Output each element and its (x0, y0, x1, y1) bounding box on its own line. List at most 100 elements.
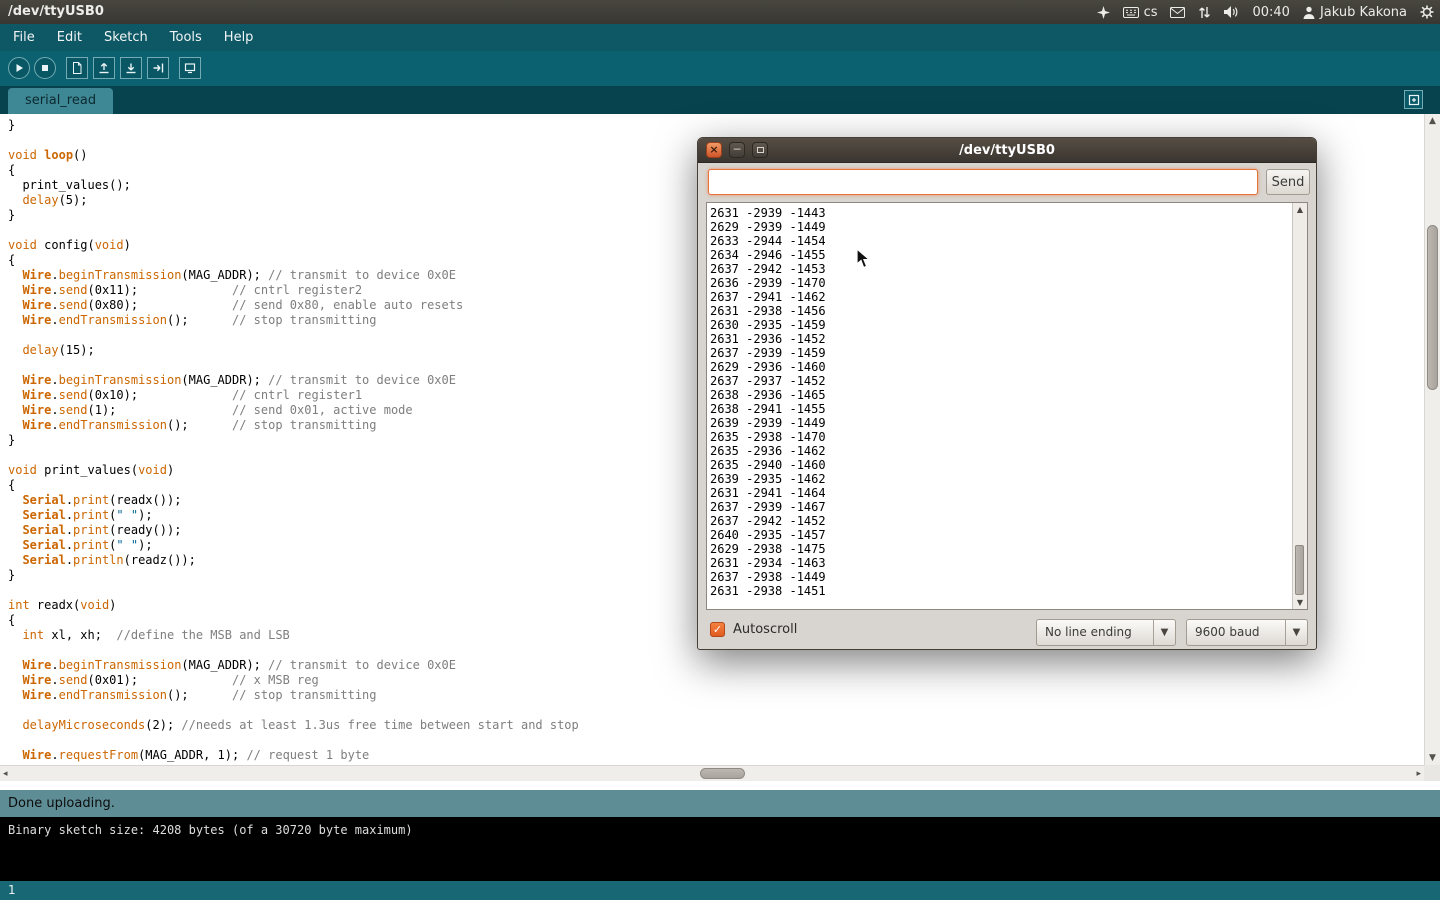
keyboard-layout-indicator[interactable]: cs (1123, 0, 1158, 24)
serial-output-line: 2631 -2938 -1456 (710, 304, 1292, 318)
scrollbar-corner (1424, 765, 1440, 781)
indicator-icon[interactable] (1097, 0, 1110, 24)
scroll-left-arrow[interactable]: ◂ (3, 766, 8, 782)
serial-monitor-window: × ─ /dev/ttyUSB0 Send 2631 -2939 -144326… (697, 137, 1317, 650)
mail-indicator[interactable] (1170, 0, 1185, 24)
arrow-up-icon (98, 62, 110, 74)
tab-menu-button[interactable] (1404, 90, 1423, 109)
code-line: delayMicroseconds(2); //needs at least 1… (8, 718, 1424, 733)
serial-output-line: 2638 -2936 -1465 (710, 388, 1292, 402)
code-line (8, 733, 1424, 748)
menu-item-edit[interactable]: Edit (46, 24, 93, 51)
vertical-scroll-handle[interactable] (1427, 225, 1438, 390)
scroll-right-arrow[interactable]: ▸ (1416, 766, 1421, 782)
save-sketch-button[interactable] (120, 57, 142, 79)
stop-icon (39, 62, 51, 74)
serial-scroll-handle[interactable] (1295, 545, 1304, 595)
serial-output-line: 2631 -2938 -1451 (710, 584, 1292, 598)
close-icon[interactable]: × (706, 142, 722, 158)
code-line: Wire.beginTransmission(MAG_ADDR); // tra… (8, 658, 1424, 673)
tab-serial-read[interactable]: serial_read (8, 88, 113, 114)
stop-button[interactable] (34, 57, 56, 79)
horizontal-scroll-handle[interactable] (700, 768, 745, 779)
active-window-title: /dev/ttyUSB0 (8, 0, 104, 24)
speaker-icon (1224, 6, 1239, 18)
session-menu[interactable] (1420, 0, 1434, 24)
menubar: FileEditSketchToolsHelp (0, 24, 1440, 51)
toolbar (0, 51, 1440, 86)
serial-output-line: 2635 -2936 -1462 (710, 444, 1292, 458)
code-line: Wire.requestFrom(MAG_ADDR, 1); // reques… (8, 748, 1424, 763)
mail-icon (1170, 7, 1185, 18)
serial-output-line: 2629 -2936 -1460 (710, 360, 1292, 374)
top-panel: /dev/ttyUSB0 cs 00:40 Jaku (0, 0, 1440, 24)
autoscroll-control: Autoscroll (710, 622, 797, 637)
gear-icon (1420, 5, 1434, 19)
line-ending-dropdown[interactable]: No line ending ▼ (1036, 619, 1176, 646)
serial-window-title: /dev/ttyUSB0 (698, 138, 1316, 163)
send-button[interactable]: Send (1266, 169, 1310, 195)
verify-button[interactable] (8, 57, 30, 79)
scroll-down-arrow[interactable]: ▼ (1425, 753, 1440, 763)
user-menu[interactable]: Jakub Kakona (1303, 0, 1407, 24)
serial-output-line: 2635 -2940 -1460 (710, 458, 1292, 472)
chevron-down-icon[interactable]: ▼ (1153, 620, 1175, 645)
menu-item-tools[interactable]: Tools (159, 24, 213, 51)
serial-output-line: 2630 -2935 -1459 (710, 318, 1292, 332)
new-sketch-button[interactable] (66, 57, 88, 79)
chevron-down-icon[interactable]: ▼ (1285, 620, 1307, 645)
serial-output-line: 2637 -2941 -1462 (710, 290, 1292, 304)
serial-output-line: 2639 -2939 -1449 (710, 416, 1292, 430)
serial-output-scrollbar[interactable]: ▲ ▼ (1292, 203, 1307, 609)
open-sketch-button[interactable] (93, 57, 115, 79)
scroll-up-arrow[interactable]: ▲ (1425, 116, 1440, 126)
line-ending-value: No line ending (1037, 620, 1153, 645)
new-file-icon (71, 62, 83, 74)
autoscroll-checkbox[interactable] (710, 622, 725, 637)
serial-output-line: 2636 -2939 -1470 (710, 276, 1292, 290)
serial-output-line: 2633 -2944 -1454 (710, 234, 1292, 248)
menu-item-help[interactable]: Help (213, 24, 265, 51)
serial-output-line: 2639 -2935 -1462 (710, 472, 1292, 486)
editor-horizontal-scrollbar[interactable]: ◂ ▸ (0, 765, 1424, 781)
serial-output-line: 2631 -2936 -1452 (710, 332, 1292, 346)
code-line (8, 703, 1424, 718)
current-line-number: 1 (8, 883, 16, 897)
serial-output-line: 2637 -2939 -1459 (710, 346, 1292, 360)
upload-button[interactable] (147, 57, 169, 79)
build-console: Binary sketch size: 4208 bytes (of a 307… (0, 817, 1440, 881)
serial-output-line: 2637 -2939 -1467 (710, 500, 1292, 514)
serial-output-area[interactable]: 2631 -2939 -14432629 -2939 -14492633 -29… (706, 202, 1308, 610)
volume-indicator[interactable] (1224, 0, 1239, 24)
code-line: } (8, 118, 1424, 133)
new-tab-icon (1408, 94, 1420, 106)
serial-output-line: 2631 -2934 -1463 (710, 556, 1292, 570)
maximize-icon[interactable] (752, 142, 768, 158)
user-icon (1303, 6, 1315, 19)
menu-item-file[interactable]: File (2, 24, 46, 51)
code-line: Wire.endTransmission(); // stop transmit… (8, 688, 1424, 703)
autoscroll-label: Autoscroll (733, 622, 797, 637)
serial-input-field[interactable] (708, 169, 1258, 195)
monitor-icon (184, 62, 196, 74)
tab-bar: serial_read (0, 86, 1440, 114)
arrow-right-icon (152, 62, 164, 74)
menu-item-sketch[interactable]: Sketch (93, 24, 159, 51)
serial-scroll-up-arrow[interactable]: ▲ (1293, 205, 1307, 214)
minimize-icon[interactable]: ─ (729, 142, 745, 158)
serial-output-line: 2640 -2935 -1457 (710, 528, 1292, 542)
status-message: Done uploading. (8, 796, 115, 811)
serial-scroll-down-arrow[interactable]: ▼ (1293, 598, 1307, 607)
serial-window-titlebar[interactable]: × ─ /dev/ttyUSB0 (698, 138, 1316, 163)
serial-output-line: 2629 -2938 -1475 (710, 542, 1292, 556)
serial-monitor-button[interactable] (179, 57, 201, 79)
clock[interactable]: 00:40 (1252, 0, 1289, 24)
serial-output-line: 2637 -2938 -1449 (710, 570, 1292, 584)
serial-output-line: 2637 -2937 -1452 (710, 374, 1292, 388)
editor-vertical-scrollbar[interactable]: ▲ ▼ (1424, 114, 1440, 765)
status-bar: Done uploading. (0, 790, 1440, 817)
line-number-bar: 1 (0, 881, 1440, 900)
sync-indicator[interactable] (1198, 0, 1211, 24)
baud-rate-dropdown[interactable]: 9600 baud ▼ (1186, 619, 1308, 646)
serial-output-line: 2638 -2941 -1455 (710, 402, 1292, 416)
